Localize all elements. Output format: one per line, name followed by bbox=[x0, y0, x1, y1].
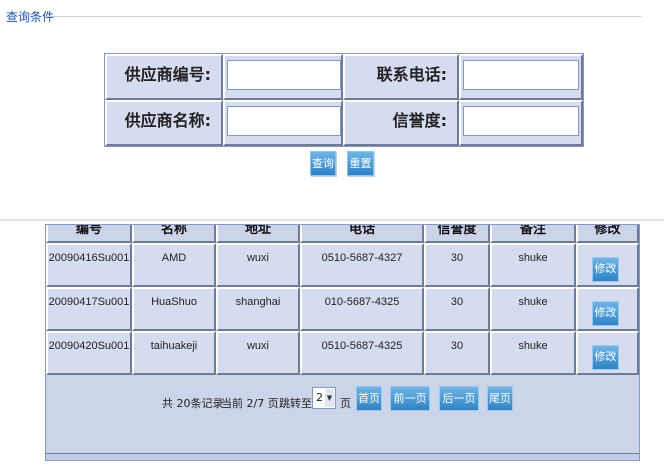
results-table: 编号 名称 地址 电话 信誉度 备注 修改 20090416Su001 AMD … bbox=[45, 224, 640, 461]
header-id: 编号 bbox=[46, 225, 132, 243]
page-select-value: 2 bbox=[316, 391, 323, 404]
phone-input-cell bbox=[459, 54, 583, 100]
header-credit: 信誉度 bbox=[424, 225, 490, 243]
supplier-no-input[interactable] bbox=[227, 60, 341, 90]
pager: 共 20条记录 当前 2/7 页 跳转至 2 ▼ 页 首页 前一页 后一页 尾页 bbox=[46, 383, 639, 423]
header-name: 名称 bbox=[132, 225, 216, 243]
phone-label-cell: 联系电话: bbox=[343, 54, 459, 100]
edit-button[interactable]: 修改 bbox=[592, 345, 619, 370]
table-cell-remark: shuke bbox=[490, 331, 576, 375]
last-page-button[interactable]: 尾页 bbox=[487, 386, 513, 411]
pager-current: 当前 2/7 页 bbox=[221, 397, 279, 410]
table-cell-phone: 0510-5687-4325 bbox=[300, 331, 424, 375]
table-cell-edit: 修改 bbox=[576, 331, 639, 375]
table-cell-credit: 30 bbox=[424, 243, 490, 287]
credit-input-cell bbox=[459, 100, 583, 146]
table-cell-phone: 0510-5687-4327 bbox=[300, 243, 424, 287]
pager-jump-label: 跳转至 bbox=[279, 397, 312, 410]
phone-label: 联系电话: bbox=[376, 65, 447, 84]
supplier-no-input-cell bbox=[223, 54, 343, 100]
header-address: 地址 bbox=[216, 225, 300, 243]
section-divider bbox=[0, 219, 664, 221]
credit-label: 信誉度: bbox=[392, 111, 447, 130]
pager-total: 共 20条记录 bbox=[162, 397, 224, 410]
supplier-no-label-cell: 供应商编号: bbox=[105, 54, 223, 100]
header-phone: 电话 bbox=[300, 225, 424, 243]
table-cell-address: wuxi bbox=[216, 243, 300, 287]
table-cell-name: HuaShuo bbox=[132, 287, 216, 331]
supplier-no-label: 供应商编号: bbox=[124, 65, 211, 84]
credit-label-cell: 信誉度: bbox=[343, 100, 459, 146]
table-cell-phone: 010-5687-4325 bbox=[300, 287, 424, 331]
pager-page-unit: 页 bbox=[340, 397, 351, 410]
header-edit: 修改 bbox=[576, 225, 639, 243]
query-form: 供应商编号: 联系电话: 供应商名称: 信誉度: bbox=[104, 53, 584, 147]
edit-button[interactable]: 修改 bbox=[592, 257, 619, 282]
table-cell-edit: 修改 bbox=[576, 287, 639, 331]
legend-line bbox=[45, 16, 642, 17]
page-select[interactable]: 2 ▼ bbox=[312, 387, 336, 409]
table-cell-edit: 修改 bbox=[576, 243, 639, 287]
credit-input[interactable] bbox=[463, 106, 579, 136]
supplier-name-label-cell: 供应商名称: bbox=[105, 100, 223, 146]
table-bottom-bar bbox=[46, 453, 639, 459]
table-cell-address: shanghai bbox=[216, 287, 300, 331]
phone-input[interactable] bbox=[463, 60, 579, 90]
table-row: 20090416Su001 bbox=[46, 243, 132, 287]
supplier-name-input[interactable] bbox=[227, 106, 341, 136]
edit-button[interactable]: 修改 bbox=[592, 301, 619, 326]
table-cell-name: AMD bbox=[132, 243, 216, 287]
supplier-name-label: 供应商名称: bbox=[124, 111, 211, 130]
table-cell-credit: 30 bbox=[424, 287, 490, 331]
header-remark: 备注 bbox=[490, 225, 576, 243]
prev-page-button[interactable]: 前一页 bbox=[390, 386, 430, 411]
table-cell-credit: 30 bbox=[424, 331, 490, 375]
table-cell-name: taihuakeji bbox=[132, 331, 216, 375]
chevron-down-icon: ▼ bbox=[325, 389, 334, 407]
table-row: 20090417Su001 bbox=[46, 287, 132, 331]
first-page-button[interactable]: 首页 bbox=[356, 386, 382, 411]
reset-button[interactable]: 重置 bbox=[347, 151, 374, 176]
next-page-button[interactable]: 后一页 bbox=[439, 386, 479, 411]
supplier-name-input-cell bbox=[223, 100, 343, 146]
query-conditions-legend: 查询条件 bbox=[0, 6, 664, 24]
search-button[interactable]: 查询 bbox=[310, 151, 336, 176]
table-cell-remark: shuke bbox=[490, 243, 576, 287]
table-cell-address: wuxi bbox=[216, 331, 300, 375]
table-cell-remark: shuke bbox=[490, 287, 576, 331]
table-row: 20090420Su001 bbox=[46, 331, 132, 375]
